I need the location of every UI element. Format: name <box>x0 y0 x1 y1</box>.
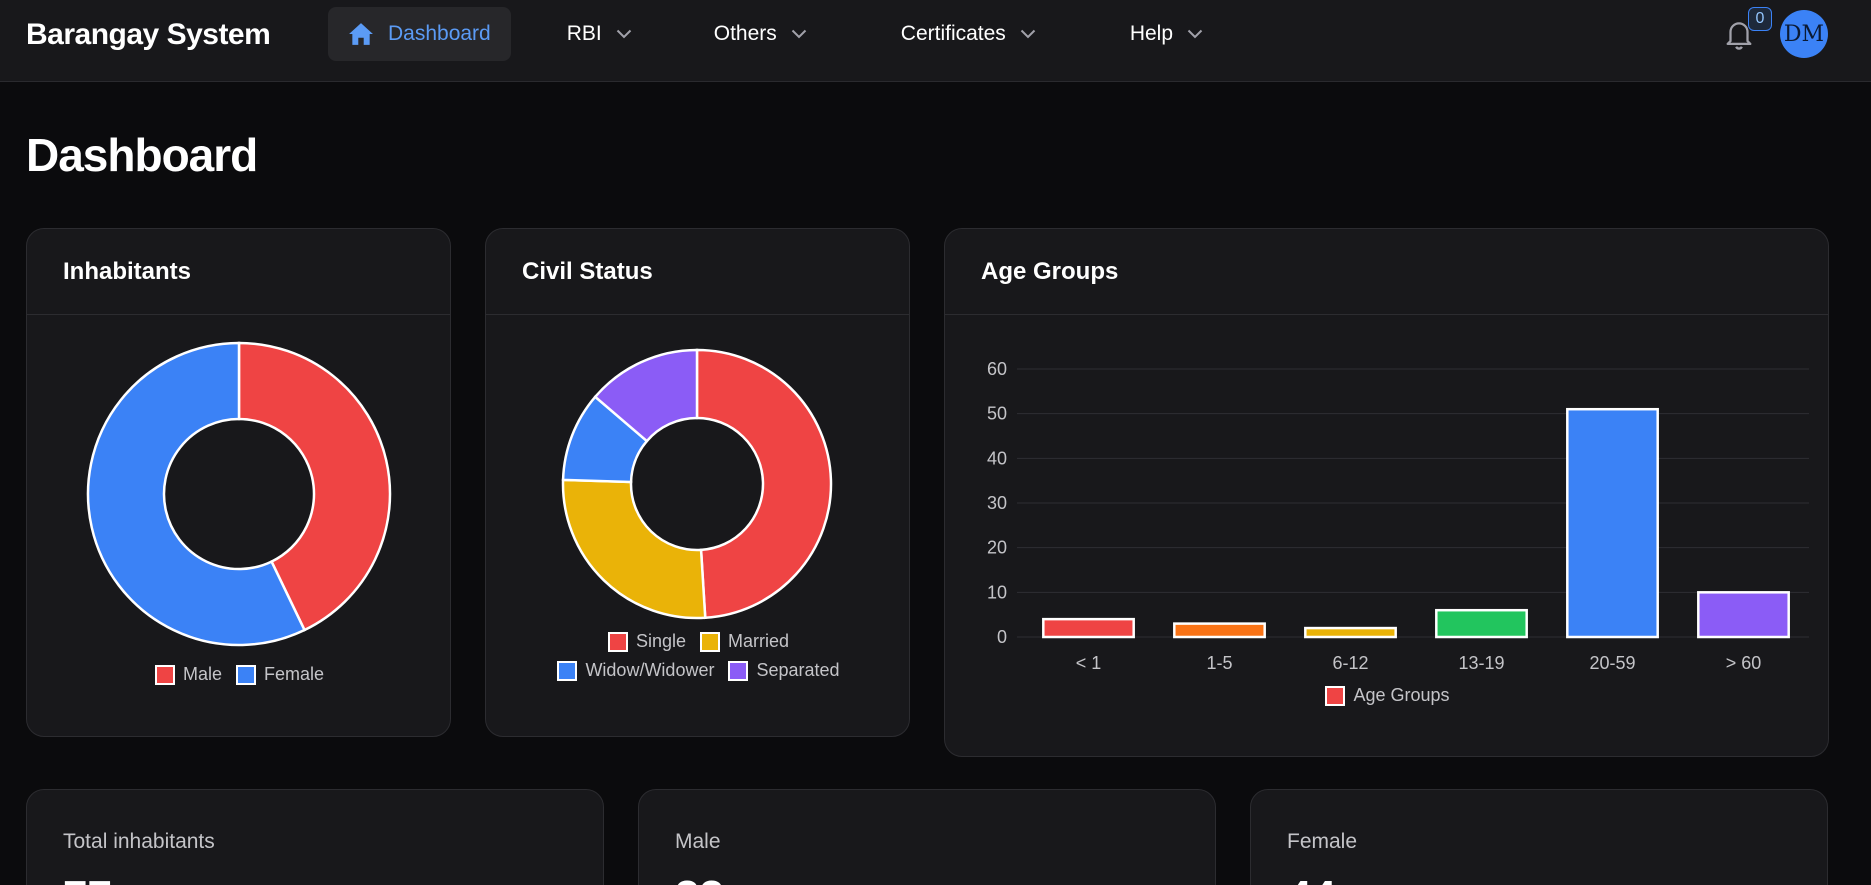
bar-13-19[interactable] <box>1435 608 1528 639</box>
nav-item-certificates[interactable]: Certificates <box>883 7 1054 61</box>
nav-item-label: Help <box>1129 22 1174 45</box>
top-navbar: Barangay System Dashboard RBI Others Cer… <box>0 0 1871 82</box>
legend-label: Male <box>182 664 222 684</box>
legend-item[interactable]: Female <box>235 664 325 685</box>
y-tick-label: 60 <box>987 359 1007 379</box>
x-tick-label: 1-5 <box>1206 653 1232 673</box>
user-avatar[interactable]: DM <box>1780 10 1828 58</box>
bar-1-5[interactable] <box>1173 622 1266 639</box>
legend-swatch <box>557 660 578 681</box>
nav-item-label: Certificates <box>900 22 1006 45</box>
home-icon <box>349 23 373 45</box>
nav-item-label: Dashboard <box>388 22 491 45</box>
x-tick-label: 20-59 <box>1589 653 1635 673</box>
nav-item-help[interactable]: Help <box>1112 7 1221 61</box>
nav-item-label: Others <box>713 22 777 45</box>
page-title: Dashboard <box>26 129 258 181</box>
inhabitants-donut-chart <box>86 341 392 647</box>
age-groups-legend: Age Groups <box>965 685 1810 706</box>
bar-1[interactable] <box>1042 617 1135 639</box>
stat-value: 44 <box>1287 872 1336 885</box>
legend-item[interactable]: Age Groups <box>1325 685 1450 706</box>
nav-item-label: RBI <box>566 22 602 45</box>
stat-card-total: Total inhabitants 77 <box>26 789 604 885</box>
y-tick-label: 10 <box>987 582 1007 602</box>
y-tick-label: 50 <box>987 404 1007 424</box>
y-tick-label: 30 <box>987 493 1007 513</box>
legend-item[interactable]: Separated <box>728 660 840 681</box>
nav-item-rbi[interactable]: RBI <box>549 7 650 61</box>
donut-slice-single[interactable] <box>695 348 833 620</box>
inhabitants-legend: Male Female <box>47 664 432 685</box>
donut-slice-married[interactable] <box>561 478 707 620</box>
card-title: Civil Status <box>486 229 909 315</box>
chevron-down-icon <box>1020 29 1036 39</box>
bar-6-12[interactable] <box>1304 626 1397 639</box>
legend-item[interactable]: Single <box>607 631 687 652</box>
y-tick-label: 40 <box>987 448 1007 468</box>
nav-item-dashboard[interactable]: Dashboard <box>328 7 511 61</box>
legend-label: Married <box>728 631 790 651</box>
inhabitants-card: Inhabitants Male Female <box>26 228 451 737</box>
civil-status-donut-chart <box>561 348 833 620</box>
age-groups-card: Age Groups 0 10 20 30 40 50 60 < 1 1-5 6-12 13-19 2… <box>944 228 1829 757</box>
legend-swatch <box>700 631 721 652</box>
stat-label: Total inhabitants <box>63 830 215 853</box>
legend-item[interactable]: Widow/Widower <box>557 660 714 681</box>
stat-label: Male <box>675 830 721 853</box>
card-title: Age Groups <box>945 229 1828 315</box>
x-tick-label: 6-12 <box>1332 653 1368 673</box>
legend-swatch <box>154 664 175 685</box>
chevron-down-icon <box>616 29 631 39</box>
x-tick-label: > 60 <box>1726 653 1762 673</box>
notification-badge: 0 <box>1748 7 1772 31</box>
legend-swatch <box>235 664 256 685</box>
chevron-down-icon <box>1187 29 1203 39</box>
legend-swatch <box>607 631 628 652</box>
stat-label: Female <box>1287 830 1358 853</box>
bar-20-59[interactable] <box>1566 407 1659 639</box>
x-tick-label: 13-19 <box>1458 653 1504 673</box>
age-groups-bar-chart: 0 10 20 30 40 50 60 < 1 1-5 6-12 13-19 20-59 > 60 <box>987 359 1809 673</box>
stat-card-male: Male 33 <box>638 789 1216 885</box>
legend-label: Widow/Widower <box>585 660 715 680</box>
legend-item[interactable]: Male <box>154 664 222 685</box>
legend-label: Separated <box>756 660 840 680</box>
civil-status-legend: Single Married Widow/Widower Separated <box>526 631 871 681</box>
brand-title[interactable]: Barangay System <box>26 18 271 52</box>
nav-item-others[interactable]: Others <box>696 7 825 61</box>
legend-swatch <box>1325 685 1346 706</box>
stat-value: 33 <box>675 872 724 885</box>
card-title: Inhabitants <box>27 229 450 315</box>
nav-menu: Dashboard RBI Others Certificates Help <box>328 7 1233 61</box>
legend-label: Female <box>263 664 325 684</box>
chevron-down-icon <box>791 29 806 39</box>
legend-label: Single <box>635 631 687 651</box>
y-tick-label: 20 <box>987 538 1007 558</box>
y-tick-label: 0 <box>997 627 1007 647</box>
x-tick-label: < 1 <box>1076 653 1102 673</box>
stat-card-female: Female 44 <box>1250 789 1828 885</box>
legend-swatch <box>728 660 749 681</box>
legend-label: Age Groups <box>1353 685 1450 705</box>
bar-60[interactable] <box>1697 591 1790 639</box>
civil-status-card: Civil Status Single Married Widow/Widower S… <box>485 228 910 737</box>
legend-item[interactable]: Married <box>700 631 789 652</box>
stat-value: 77 <box>63 872 112 885</box>
